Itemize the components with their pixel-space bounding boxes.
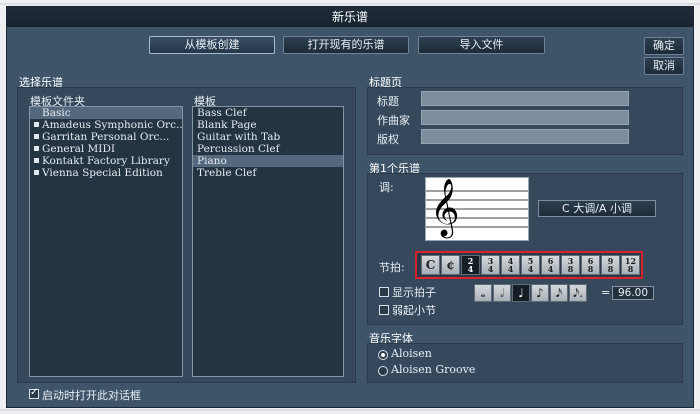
meter-symbol: ¢ bbox=[446, 258, 455, 272]
meter-button[interactable]: 68 bbox=[581, 255, 600, 275]
font-aloisen-groove-label: Aloisen Groove bbox=[391, 363, 476, 376]
note-value-button[interactable]: 𝅗𝅥 bbox=[493, 284, 511, 302]
anacrusis-checkbox[interactable] bbox=[379, 305, 389, 315]
meter-button[interactable]: 12 8 bbox=[621, 255, 640, 275]
meter-button[interactable]: 64 bbox=[541, 255, 560, 275]
show-pickup-checkbox[interactable] bbox=[379, 287, 389, 297]
from-template-button[interactable]: 从模板创建 bbox=[149, 36, 275, 54]
template-item[interactable]: Bass Clef bbox=[193, 107, 343, 119]
anacrusis-label: 弱起小节 bbox=[392, 304, 436, 317]
template-item[interactable]: Treble Clef bbox=[193, 167, 343, 179]
show-pickup-label: 显示拍子 bbox=[392, 286, 436, 299]
meter-symbol: C bbox=[425, 258, 436, 272]
template-item[interactable]: Guitar with Tab bbox=[193, 131, 343, 143]
note-value-button[interactable]: 𝅝 bbox=[474, 284, 492, 302]
tempo-input[interactable]: 96.00 bbox=[612, 286, 654, 300]
template-folder-list[interactable]: Basic Amadeus Symphonic Orc... Garritan Pe… bbox=[29, 106, 183, 377]
folder-bullet-icon bbox=[34, 122, 39, 127]
folder-bullet-icon bbox=[34, 170, 39, 175]
meter-bottom: 4 bbox=[467, 264, 474, 274]
folder-item[interactable]: Kontakt Factory Library bbox=[30, 155, 182, 167]
folder-item[interactable]: Basic bbox=[30, 107, 182, 119]
folder-bullet-icon bbox=[34, 158, 39, 163]
template-item[interactable]: Percussion Clef bbox=[193, 143, 343, 155]
folder-item[interactable]: Garritan Personal Orc... bbox=[30, 131, 182, 143]
equals-sign: = bbox=[601, 286, 611, 299]
meter-button[interactable]: 38 bbox=[561, 255, 580, 275]
template-item[interactable]: Piano bbox=[193, 155, 343, 167]
meter-button[interactable]: C bbox=[421, 255, 440, 275]
meter-button[interactable]: ¢ bbox=[441, 255, 460, 275]
ok-button[interactable]: 确定 bbox=[644, 37, 684, 55]
meter-button[interactable]: 24 bbox=[461, 255, 480, 275]
copyright-label: 版权 bbox=[377, 133, 399, 146]
title-input[interactable] bbox=[421, 91, 629, 106]
template-list[interactable]: Bass Clef Blank Page Guitar with Tab Percus… bbox=[192, 106, 344, 377]
folder-bullet-icon bbox=[34, 146, 39, 151]
meter-button[interactable]: 54 bbox=[521, 255, 540, 275]
meter-bottom: 8 bbox=[607, 264, 614, 274]
show-on-startup-label: 启动时打开此对话框 bbox=[42, 389, 141, 402]
meter-bottom: 8 bbox=[587, 264, 594, 274]
meter-bottom: 4 bbox=[527, 264, 534, 274]
meter-bottom: 4 bbox=[507, 264, 514, 274]
meter-bottom: 4 bbox=[487, 264, 494, 274]
folder-item-label: General MIDI bbox=[42, 143, 116, 155]
folder-item-label: Amadeus Symphonic Orc... bbox=[42, 119, 182, 131]
treble-clef-icon: 𝄞 bbox=[430, 178, 460, 236]
font-aloisen-radio[interactable] bbox=[378, 350, 388, 360]
folder-item-label: Kontakt Factory Library bbox=[42, 155, 170, 167]
staff-preview: 𝄞 bbox=[425, 177, 529, 241]
note-value-button[interactable]: ♪ bbox=[531, 284, 549, 302]
note-value-button[interactable]: 𝅘𝅥𝅯. bbox=[569, 284, 587, 302]
meter-label: 节拍: bbox=[379, 261, 405, 274]
dialog-title: 新乐谱 bbox=[7, 7, 693, 27]
key-label: 调: bbox=[379, 181, 394, 194]
key-signature-button[interactable]: C 大调/A 小调 bbox=[538, 200, 656, 217]
folder-item[interactable]: General MIDI bbox=[30, 143, 182, 155]
title-label: 标题 bbox=[377, 95, 399, 108]
import-file-button[interactable]: 导入文件 bbox=[418, 36, 545, 54]
folder-item-label: Garritan Personal Orc... bbox=[42, 131, 170, 143]
new-score-dialog: 新乐谱 从模板创建 打开现有的乐谱 导入文件 确定 取消 选择乐谱 模板文件夹 … bbox=[6, 6, 694, 408]
folder-item[interactable]: Vienna Special Edition bbox=[30, 167, 182, 179]
composer-label: 作曲家 bbox=[377, 114, 410, 127]
show-on-startup-checkbox[interactable] bbox=[29, 387, 39, 399]
note-value-button[interactable]: 𝅘𝅥𝅯 bbox=[550, 284, 568, 302]
composer-input[interactable] bbox=[421, 110, 629, 125]
font-aloisen-groove-radio[interactable] bbox=[378, 366, 388, 376]
folder-bullet-icon bbox=[34, 134, 39, 139]
meter-button[interactable]: 44 bbox=[501, 255, 520, 275]
open-existing-button[interactable]: 打开现有的乐谱 bbox=[283, 36, 409, 54]
folder-item[interactable]: Amadeus Symphonic Orc... bbox=[30, 119, 182, 131]
meter-button[interactable]: 98 bbox=[601, 255, 620, 275]
folder-item-label: Basic bbox=[42, 107, 71, 119]
meter-selector: C ¢ 2 4 3 4 4 4 5 4 6 4 3 8 6 8 9 8 12 8 bbox=[415, 251, 643, 279]
font-aloisen-label: Aloisen bbox=[391, 347, 432, 360]
meter-bottom: 8 bbox=[627, 264, 634, 274]
copyright-input[interactable] bbox=[421, 129, 629, 144]
meter-bottom: 4 bbox=[547, 264, 554, 274]
meter-bottom: 8 bbox=[567, 264, 574, 274]
template-item[interactable]: Blank Page bbox=[193, 119, 343, 131]
folder-item-label: Vienna Special Edition bbox=[42, 167, 163, 179]
meter-button[interactable]: 34 bbox=[481, 255, 500, 275]
note-value-button[interactable]: ♩ bbox=[512, 284, 530, 302]
cancel-button[interactable]: 取消 bbox=[644, 57, 684, 75]
